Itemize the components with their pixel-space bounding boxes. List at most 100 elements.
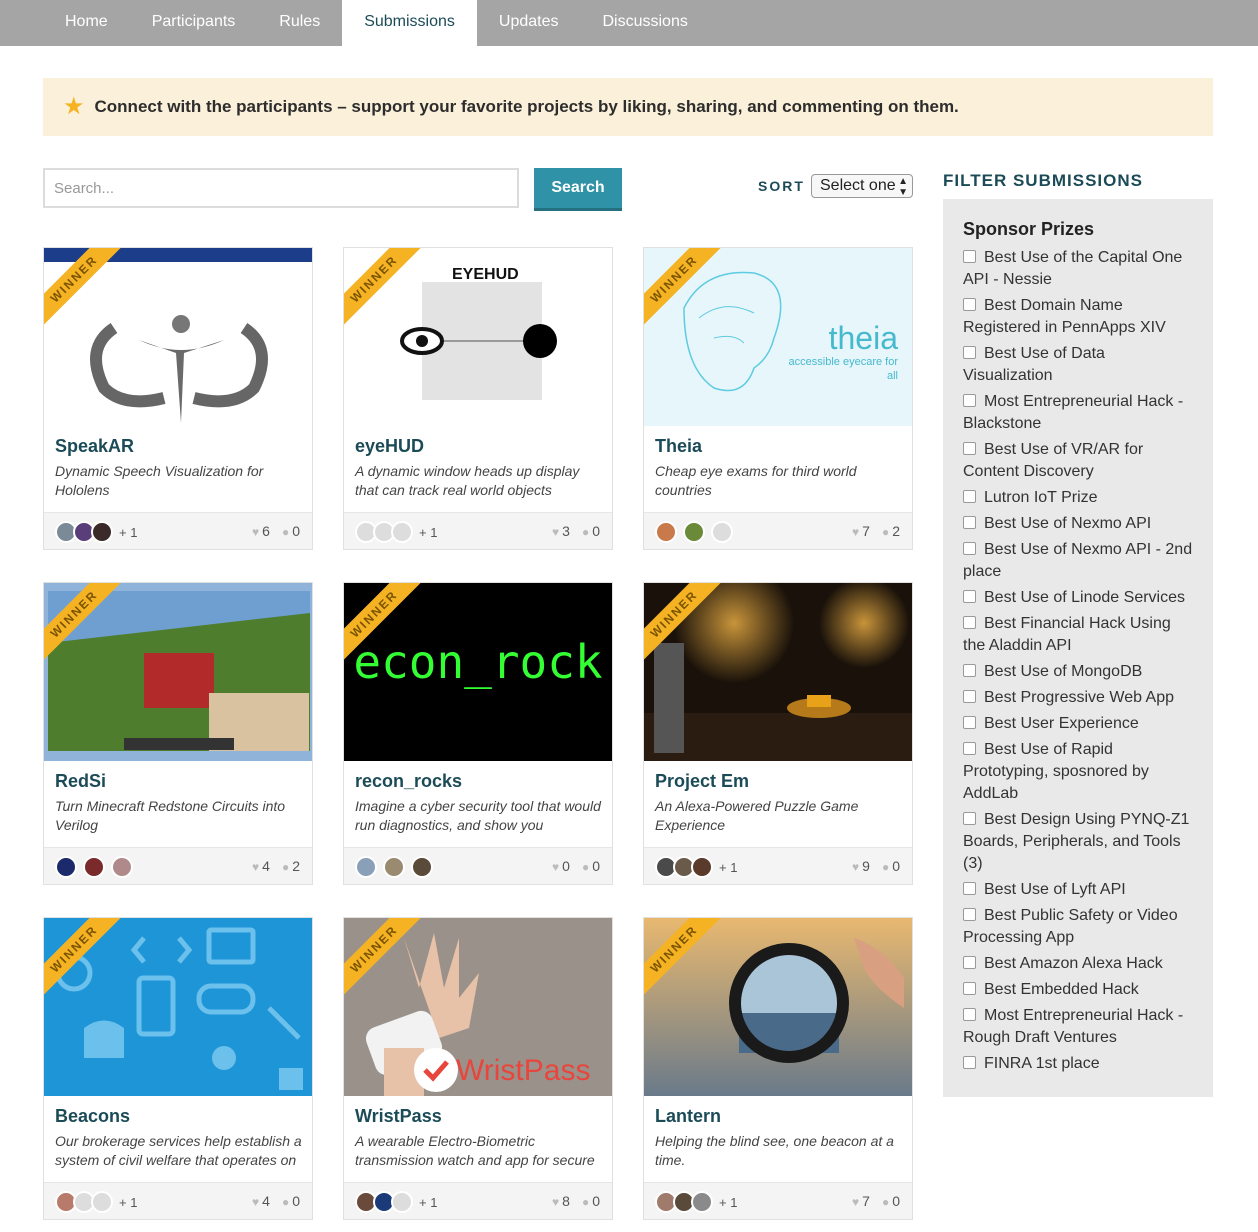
prize-filter[interactable]: Best Design Using PYNQ-Z1 Boards, Periph… bbox=[963, 809, 1193, 875]
checkbox[interactable] bbox=[963, 542, 976, 555]
prize-filter[interactable]: Best Use of Nexmo API bbox=[963, 513, 1193, 535]
tab-submissions[interactable]: Submissions bbox=[342, 0, 477, 46]
sort-select[interactable]: Select one ▲ ▼ bbox=[811, 174, 913, 198]
prize-filter[interactable]: Most Entrepreneurial Hack - Rough Draft … bbox=[963, 1005, 1193, 1049]
submission-thumbnail[interactable]: WristPass WINNER bbox=[344, 918, 612, 1096]
submission-title[interactable]: Beacons bbox=[55, 1106, 130, 1127]
avatar[interactable] bbox=[391, 1191, 413, 1213]
prize-filter[interactable]: Best Use of VR/AR for Content Discovery bbox=[963, 439, 1193, 483]
submission-card[interactable]: WINNER Project Em An Alexa-Powered Puzzl… bbox=[643, 582, 913, 885]
submission-title[interactable]: Project Em bbox=[655, 771, 749, 792]
submission-title[interactable]: RedSi bbox=[55, 771, 106, 792]
avatar[interactable] bbox=[391, 521, 413, 543]
prize-filter[interactable]: Best Progressive Web App bbox=[963, 687, 1193, 709]
submission-card[interactable]: theia accessible eyecare for all WINNER … bbox=[643, 247, 913, 550]
submission-card[interactable]: EYEHUD WINNER eyeHUD A dynamic window he… bbox=[343, 247, 613, 550]
avatar[interactable] bbox=[655, 521, 677, 543]
submission-thumbnail[interactable]: WINNER bbox=[644, 918, 912, 1096]
submission-card[interactable]: WristPass WINNER WristPass A wearable El… bbox=[343, 917, 613, 1220]
prize-filter[interactable]: Most Entrepreneurial Hack - Blackstone bbox=[963, 391, 1193, 435]
prize-filter[interactable]: Best User Experience bbox=[963, 713, 1193, 735]
checkbox[interactable] bbox=[963, 664, 976, 677]
checkbox[interactable] bbox=[963, 590, 976, 603]
checkbox[interactable] bbox=[963, 982, 976, 995]
submission-card[interactable]: WINNER Beacons Our brokerage services he… bbox=[43, 917, 313, 1220]
tab-rules[interactable]: Rules bbox=[257, 0, 342, 46]
prize-filter[interactable]: Best Use of Rapid Prototyping, sposnored… bbox=[963, 739, 1193, 805]
prize-filter[interactable]: Best Use of the Capital One API - Nessie bbox=[963, 247, 1193, 291]
avatar[interactable] bbox=[683, 521, 705, 543]
prize-label: Best Amazon Alexa Hack bbox=[984, 955, 1163, 972]
avatar[interactable] bbox=[55, 856, 77, 878]
prize-filter[interactable]: Best Use of Data Visualization bbox=[963, 343, 1193, 387]
checkbox[interactable] bbox=[963, 882, 976, 895]
submission-title[interactable]: recon_rocks bbox=[355, 771, 462, 792]
like-count: 7 bbox=[862, 1193, 870, 1209]
checkbox[interactable] bbox=[963, 1056, 976, 1069]
checkbox[interactable] bbox=[963, 742, 976, 755]
tab-discussions[interactable]: Discussions bbox=[580, 0, 709, 46]
submission-card[interactable]: WINNER Lantern Helping the blind see, on… bbox=[643, 917, 913, 1220]
checkbox[interactable] bbox=[963, 956, 976, 969]
avatar[interactable] bbox=[111, 856, 133, 878]
submission-title[interactable]: eyeHUD bbox=[355, 436, 424, 457]
prize-filter[interactable]: Best Use of Linode Services bbox=[963, 587, 1193, 609]
prize-filter[interactable]: Best Domain Name Registered in PennApps … bbox=[963, 295, 1193, 339]
search-input[interactable] bbox=[43, 168, 519, 208]
select-arrows-icon: ▲ ▼ bbox=[898, 176, 908, 198]
submission-thumbnail[interactable]: theia accessible eyecare for all WINNER bbox=[644, 248, 912, 426]
submission-title[interactable]: SpeakAR bbox=[55, 436, 134, 457]
avatar[interactable] bbox=[691, 1191, 713, 1213]
prize-filter[interactable]: Lutron IoT Prize bbox=[963, 487, 1193, 509]
submission-title[interactable]: WristPass bbox=[355, 1106, 442, 1127]
submission-card[interactable]: econ_rock WINNER recon_rocks Imagine a c… bbox=[343, 582, 613, 885]
checkbox[interactable] bbox=[963, 250, 976, 263]
submission-card[interactable]: WINNER SpeakAR Dynamic Speech Visualizat… bbox=[43, 247, 313, 550]
checkbox[interactable] bbox=[963, 1008, 976, 1021]
prize-filter[interactable]: FINRA 1st place bbox=[963, 1053, 1193, 1075]
avatar[interactable] bbox=[411, 856, 433, 878]
checkbox[interactable] bbox=[963, 716, 976, 729]
checkbox[interactable] bbox=[963, 812, 976, 825]
prize-filter[interactable]: Best Financial Hack Using the Aladdin AP… bbox=[963, 613, 1193, 657]
avatar[interactable] bbox=[355, 856, 377, 878]
submission-thumbnail[interactable]: WINNER bbox=[44, 583, 312, 761]
avatar[interactable] bbox=[383, 856, 405, 878]
prize-filter[interactable]: Best Amazon Alexa Hack bbox=[963, 953, 1193, 975]
avatar[interactable] bbox=[711, 521, 733, 543]
submission-thumbnail[interactable]: WINNER bbox=[44, 918, 312, 1096]
submission-title[interactable]: Lantern bbox=[655, 1106, 721, 1127]
avatar[interactable] bbox=[691, 856, 713, 878]
checkbox[interactable] bbox=[963, 298, 976, 311]
tab-participants[interactable]: Participants bbox=[130, 0, 258, 46]
tab-home[interactable]: Home bbox=[43, 0, 130, 46]
checkbox[interactable] bbox=[963, 346, 976, 359]
checkbox[interactable] bbox=[963, 442, 976, 455]
submission-card[interactable]: WINNER RedSi Turn Minecraft Redstone Cir… bbox=[43, 582, 313, 885]
checkbox[interactable] bbox=[963, 394, 976, 407]
submission-thumbnail[interactable]: econ_rock WINNER bbox=[344, 583, 612, 761]
prize-filter[interactable]: Best Embedded Hack bbox=[963, 979, 1193, 1001]
checkbox[interactable] bbox=[963, 690, 976, 703]
avatar[interactable] bbox=[91, 521, 113, 543]
submission-thumbnail[interactable]: WINNER bbox=[44, 248, 312, 426]
submission-title[interactable]: Theia bbox=[655, 436, 702, 457]
prize-filter[interactable]: Best Use of Lyft API bbox=[963, 879, 1193, 901]
prize-filter[interactable]: Best Public Safety or Video Processing A… bbox=[963, 905, 1193, 949]
checkbox[interactable] bbox=[963, 490, 976, 503]
checkbox[interactable] bbox=[963, 516, 976, 529]
avatar[interactable] bbox=[91, 1191, 113, 1213]
tab-updates[interactable]: Updates bbox=[477, 0, 581, 46]
checkbox[interactable] bbox=[963, 616, 976, 629]
member-avatars bbox=[655, 521, 733, 543]
filter-section-title: Sponsor Prizes bbox=[963, 219, 1095, 239]
checkbox[interactable] bbox=[963, 908, 976, 921]
search-button[interactable]: Search bbox=[534, 168, 622, 211]
prize-filter[interactable]: Best Use of Nexmo API - 2nd place bbox=[963, 539, 1193, 583]
extra-members-count: + 1 bbox=[419, 1194, 438, 1210]
avatar[interactable] bbox=[83, 856, 105, 878]
submission-thumbnail[interactable]: WINNER bbox=[644, 583, 912, 761]
prize-label: Best User Experience bbox=[984, 715, 1139, 732]
submission-thumbnail[interactable]: EYEHUD WINNER bbox=[344, 248, 612, 426]
prize-filter[interactable]: Best Use of MongoDB bbox=[963, 661, 1193, 683]
